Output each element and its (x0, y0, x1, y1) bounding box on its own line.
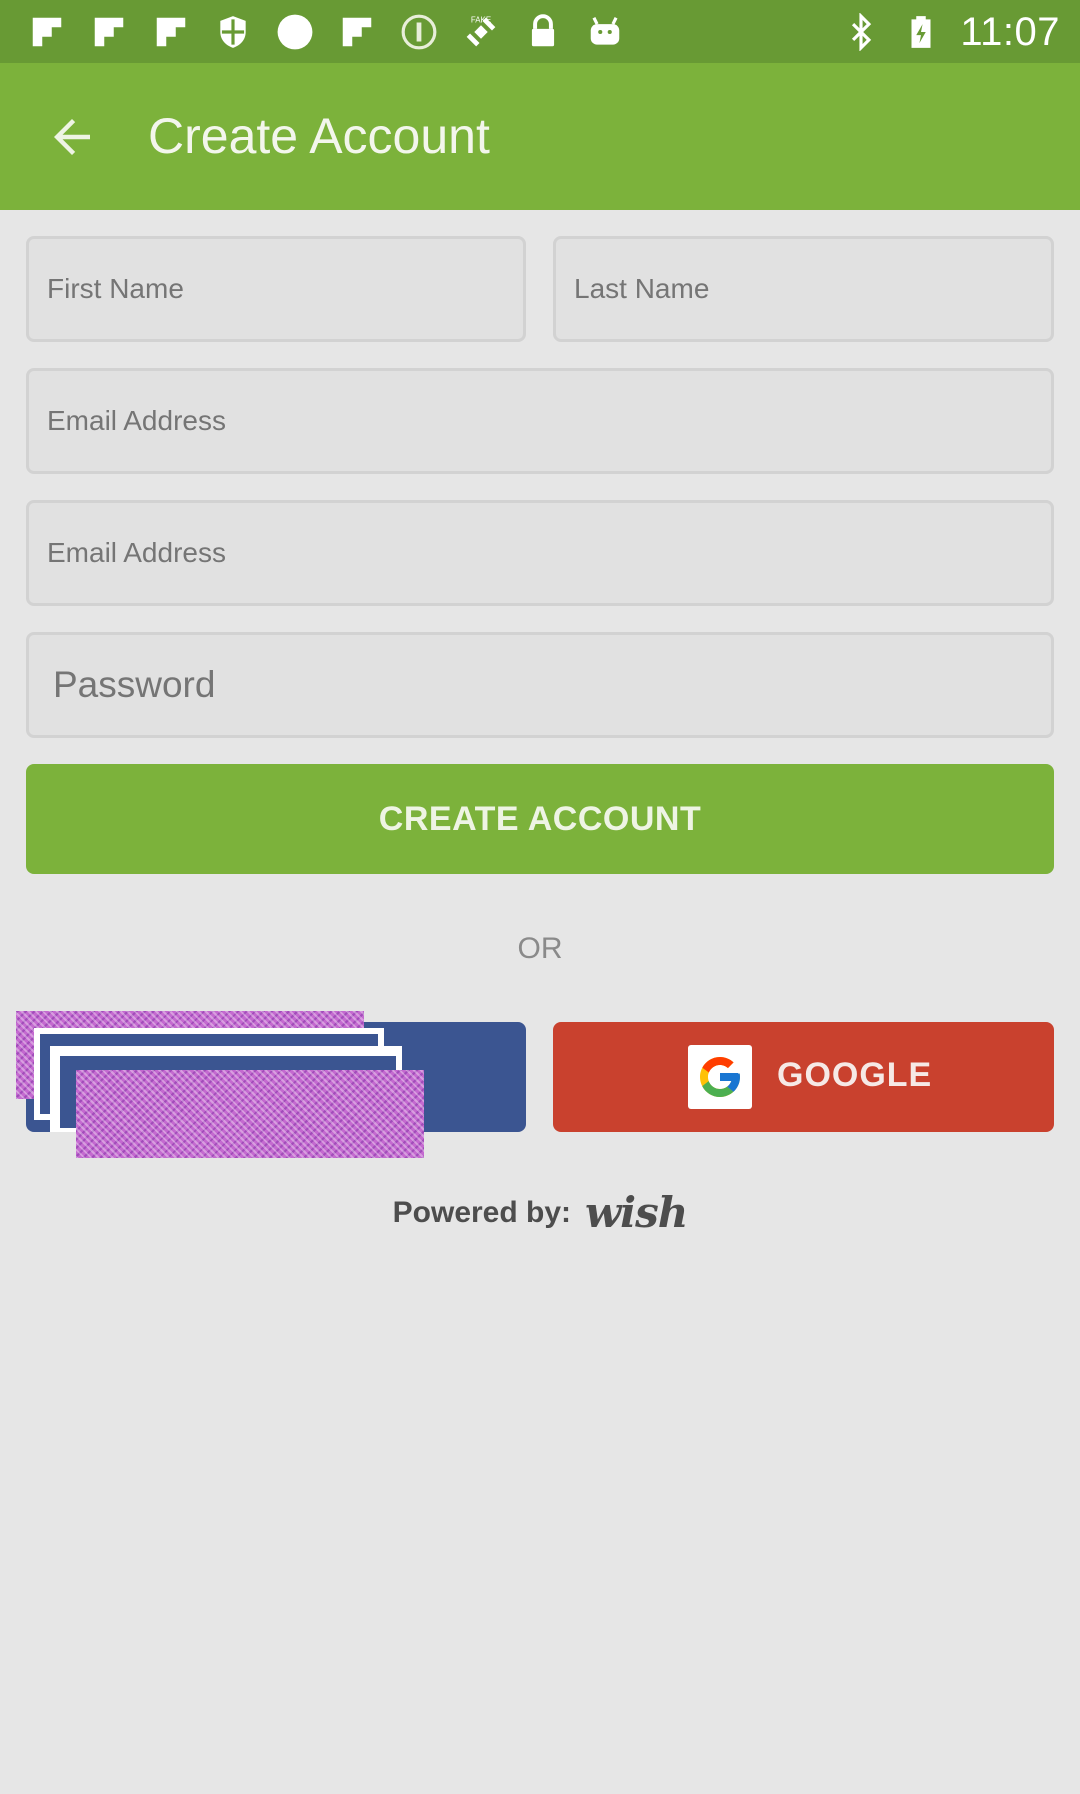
system-icons: 11:07 (840, 10, 1060, 54)
powered-by-label: Powered by: (392, 1195, 572, 1229)
google-label: GOOGLE (777, 1056, 933, 1094)
fake-gps-badge: FAKE (471, 16, 491, 25)
status-bar: FAKE 11:07 (0, 0, 1080, 63)
confirm-email-field[interactable] (26, 500, 1054, 606)
noise-overlay (76, 1070, 424, 1158)
shield-icon (212, 11, 254, 53)
or-divider: OR (517, 932, 563, 965)
last-name-field[interactable] (553, 236, 1054, 342)
notification-icons: FAKE (26, 10, 626, 54)
circle-icon (274, 11, 316, 53)
info-circle-icon (398, 11, 440, 53)
password-input[interactable] (29, 635, 1051, 735)
battery-icon (900, 11, 942, 53)
flipboard-icon (150, 11, 192, 53)
status-clock: 11:07 (960, 9, 1060, 54)
confirm-email-input[interactable] (29, 503, 1051, 603)
create-account-label: CREATE ACCOUNT (378, 799, 702, 838)
flipboard-icon (336, 11, 378, 53)
bluetooth-icon (840, 11, 882, 53)
powered-by: Powered by: wish (0, 1188, 1080, 1237)
first-name-field[interactable] (26, 236, 526, 342)
password-field[interactable] (26, 632, 1054, 738)
page-title: Create Account (148, 108, 490, 164)
last-name-input[interactable] (556, 239, 1051, 339)
flipboard-icon (88, 11, 130, 53)
lock-icon (522, 11, 564, 53)
android-icon (584, 11, 626, 53)
arrow-back-icon (54, 119, 90, 155)
wish-logo: wish (585, 1188, 688, 1237)
google-logo-icon (688, 1045, 752, 1109)
email-input[interactable] (29, 371, 1051, 471)
app-bar: Create Account (0, 63, 1080, 210)
back-button[interactable] (30, 101, 114, 173)
flipboard-icon (26, 11, 68, 53)
create-account-button[interactable]: CREATE ACCOUNT (26, 764, 1054, 874)
email-field[interactable] (26, 368, 1054, 474)
google-login-button[interactable]: GOOGLE (553, 1022, 1054, 1132)
satellite-fake-gps-icon: FAKE (460, 11, 502, 53)
first-name-input[interactable] (29, 239, 523, 339)
